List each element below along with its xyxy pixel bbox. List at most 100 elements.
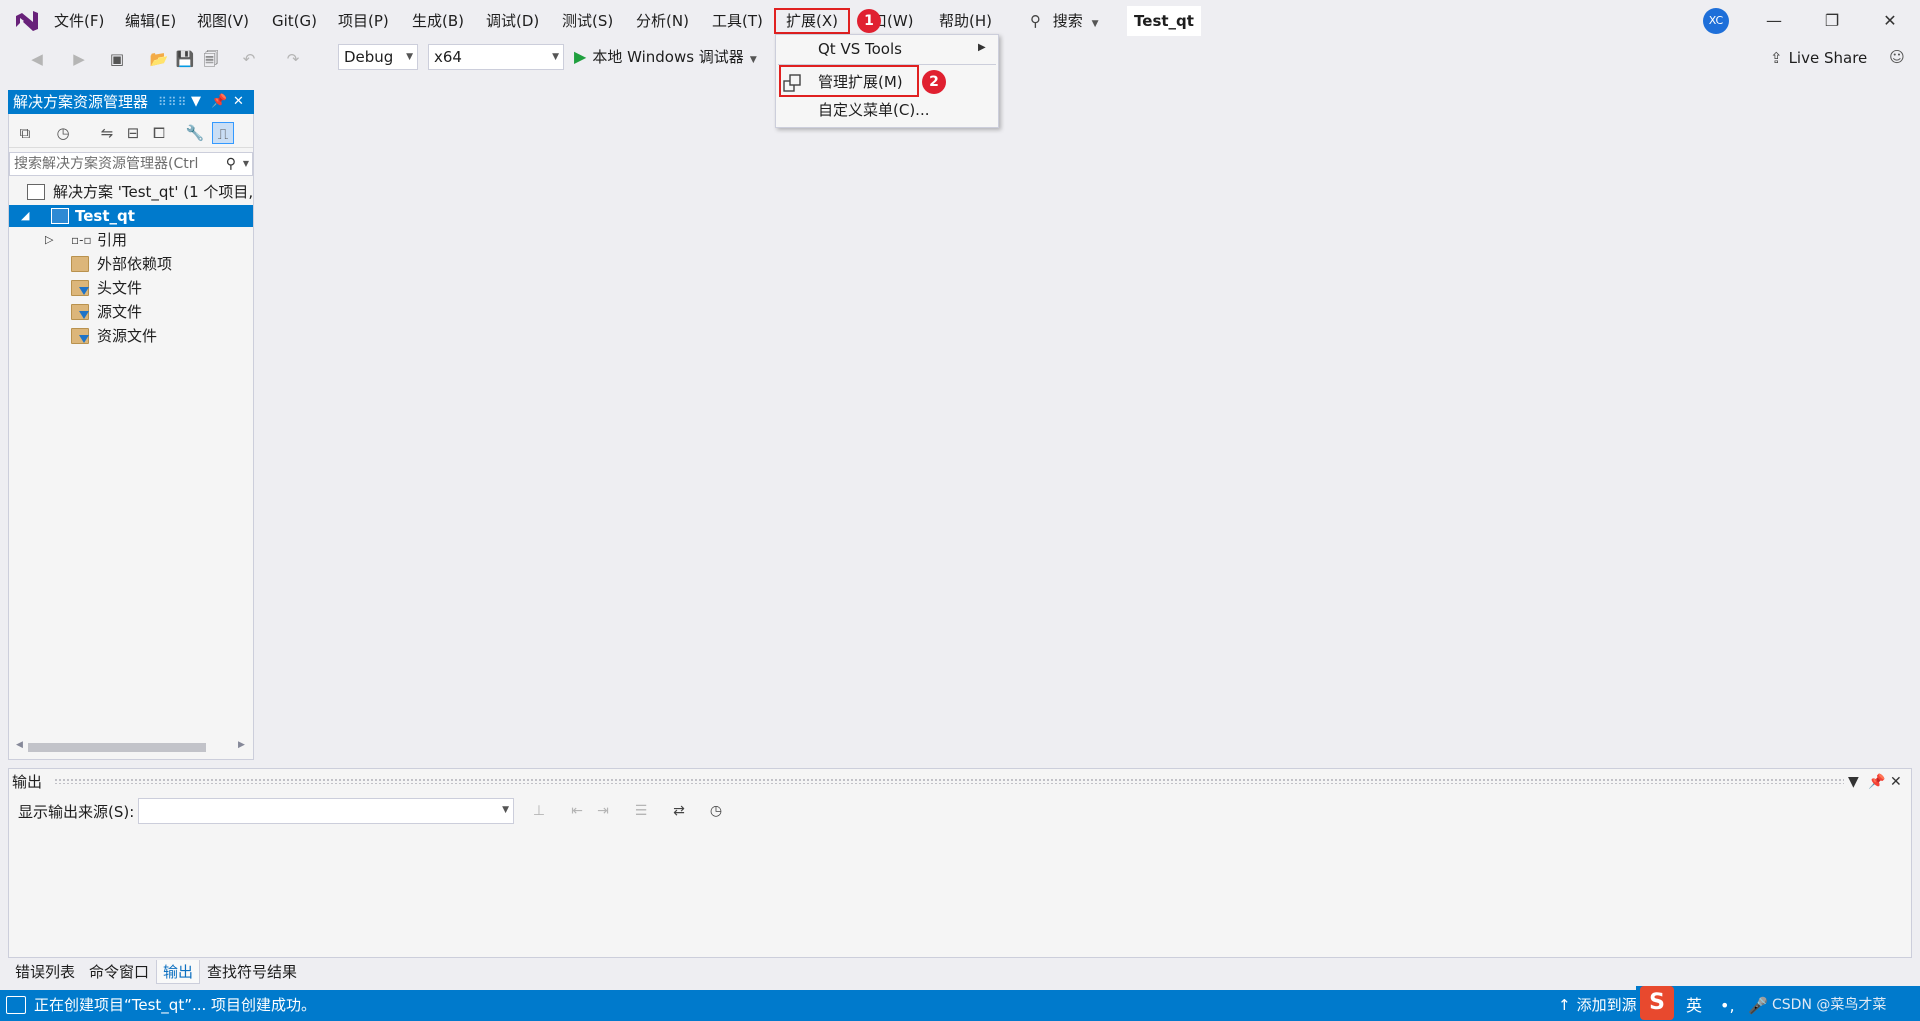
horizontal-scrollbar[interactable]: ◀ ▶	[14, 740, 246, 754]
save-all-icon[interactable]: 🗐	[200, 48, 222, 70]
sync-active-document-icon[interactable]: ⇋	[96, 122, 118, 144]
scroll-right-icon[interactable]: ▶	[238, 740, 245, 750]
menu-file[interactable]: 文件(F)	[54, 10, 104, 32]
menu-edit[interactable]: 编辑(E)	[125, 10, 176, 32]
tab-error-list[interactable]: 错误列表	[15, 960, 75, 984]
live-share-label: Live Share	[1788, 49, 1868, 67]
filter-folder-icon	[71, 328, 89, 344]
ime-language-toggle[interactable]: 英	[1686, 990, 1702, 1021]
menu-item-qt-vs-tools[interactable]: Qt VS Tools	[818, 37, 902, 61]
sogou-ime-icon[interactable]: S	[1640, 986, 1674, 1020]
redo-icon[interactable]: ↷	[282, 48, 304, 70]
step-marker-1: 1	[857, 9, 881, 33]
pin-icon[interactable]: 📌	[1868, 770, 1885, 794]
solution-explorer-title: 解决方案资源管理器	[13, 93, 149, 111]
platform-select[interactable]: x64 ▼	[428, 44, 564, 70]
tree-item-solution[interactable]: 解决方案 'Test_qt' (1 个项目,	[9, 181, 253, 203]
save-icon[interactable]: 💾	[174, 48, 196, 70]
output-source-select[interactable]: ▼	[138, 798, 514, 824]
preview-selected-items-icon[interactable]: ⎍	[212, 122, 234, 144]
restore-button[interactable]: ❐	[1812, 6, 1852, 36]
panel-dropdown-icon[interactable]: ▼	[1848, 770, 1859, 794]
feedback-icon[interactable]: ☺	[1886, 46, 1908, 68]
scrollbar-thumb[interactable]	[28, 743, 206, 752]
chevron-down-icon: ▼	[749, 55, 757, 65]
highlight-box-extensions	[774, 8, 850, 34]
minimize-button[interactable]: —	[1754, 6, 1794, 36]
close-window-button[interactable]: ✕	[1870, 6, 1910, 36]
filter-folder-icon	[71, 280, 89, 296]
start-debugging-button[interactable]: ▶ 本地 Windows 调试器 ▼	[574, 44, 757, 70]
search-button[interactable]: ⚲ 搜索 ▼	[1030, 8, 1099, 34]
step-marker-2: 2	[922, 70, 946, 94]
menu-git[interactable]: Git(G)	[272, 10, 317, 32]
new-project-icon[interactable]: ▣	[106, 48, 128, 70]
live-share-button[interactable]: ⇪ Live Share	[1770, 46, 1867, 70]
pending-changes-filter-icon[interactable]: ◷	[52, 122, 74, 144]
scroll-left-icon[interactable]: ◀	[16, 740, 23, 750]
tree-item-project[interactable]: ◢ Test_qt	[9, 205, 253, 227]
external-dependencies-icon	[71, 256, 89, 272]
search-icon: ⚲	[1030, 12, 1041, 30]
menu-view[interactable]: 视图(V)	[197, 10, 249, 32]
open-file-icon[interactable]: 📂	[148, 48, 170, 70]
tree-item-label: 头文件	[97, 279, 143, 297]
tree-item-label: 解决方案 'Test_qt' (1 个项目,	[53, 183, 254, 201]
tree-item-external-deps[interactable]: 外部依赖项	[9, 253, 253, 275]
run-label: 本地 Windows 调试器	[592, 48, 744, 66]
previous-message-icon[interactable]: ⇤	[566, 800, 588, 822]
tree-item-references[interactable]: ▷ ▫-▫ 引用	[9, 229, 253, 251]
configuration-select[interactable]: Debug ▼	[338, 44, 418, 70]
close-icon[interactable]: ✕	[233, 90, 244, 114]
menu-debug[interactable]: 调试(D)	[486, 10, 539, 32]
collapse-all-icon[interactable]: ⊟	[122, 122, 144, 144]
navigate-back-icon[interactable]: ◀	[26, 48, 48, 70]
navigate-forward-icon[interactable]: ▶	[68, 48, 90, 70]
configuration-value: Debug	[344, 48, 394, 66]
panel-dropdown-icon[interactable]: ▼	[191, 90, 201, 114]
show-all-files-icon[interactable]: ⧠	[148, 122, 170, 144]
visual-studio-logo-icon[interactable]	[14, 8, 40, 34]
menu-tools[interactable]: 工具(T)	[712, 10, 763, 32]
tab-output[interactable]: 输出	[156, 960, 201, 984]
menu-analyze[interactable]: 分析(N)	[636, 10, 689, 32]
tree-item-source-files[interactable]: 源文件	[9, 301, 253, 323]
menu-item-customize-menu[interactable]: 自定义菜单(C)...	[818, 98, 929, 122]
properties-wrench-icon[interactable]: 🔧	[184, 122, 206, 144]
solution-search-placeholder: 搜索解决方案资源管理器(Ctrl	[14, 156, 199, 172]
output-text-area[interactable]	[9, 826, 1911, 957]
chevron-down-icon: ▼	[242, 159, 249, 168]
pin-icon[interactable]: 📌	[211, 90, 227, 114]
clear-all-icon[interactable]: ☰	[630, 800, 652, 822]
menu-test[interactable]: 测试(S)	[562, 10, 613, 32]
toggle-word-wrap-icon[interactable]: ⇄	[668, 800, 690, 822]
tree-item-header-files[interactable]: 头文件	[9, 277, 253, 299]
submenu-arrow-icon: ▶	[978, 42, 986, 53]
tab-command-window[interactable]: 命令窗口	[89, 960, 149, 984]
references-icon: ▫-▫	[71, 233, 92, 247]
find-message-in-code-icon[interactable]: ⊥	[528, 800, 550, 822]
next-message-icon[interactable]: ⇥	[592, 800, 614, 822]
tree-item-resource-files[interactable]: 资源文件	[9, 325, 253, 347]
menu-project[interactable]: 项目(P)	[338, 10, 389, 32]
switch-views-icon[interactable]: ⧉	[14, 122, 36, 144]
menu-help[interactable]: 帮助(H)	[939, 10, 992, 32]
chevron-down-icon: ▼	[552, 52, 559, 62]
menu-build[interactable]: 生成(B)	[412, 10, 464, 32]
platform-value: x64	[434, 48, 462, 66]
ime-punctuation-icon[interactable]: •,	[1720, 990, 1735, 1021]
output-status-icon[interactable]	[6, 996, 26, 1014]
undo-icon[interactable]: ↶	[238, 48, 260, 70]
timestamp-clock-icon[interactable]: ◷	[705, 800, 727, 822]
tab-find-symbol-results[interactable]: 查找符号结果	[207, 960, 297, 984]
expanded-arrow-icon[interactable]: ◢	[21, 205, 29, 227]
tree-item-label: 外部依赖项	[97, 255, 173, 273]
tree-item-label: Test_qt	[75, 207, 135, 225]
microphone-icon[interactable]: 🎤	[1748, 990, 1768, 1021]
solution-search-input[interactable]: 搜索解决方案资源管理器(Ctrl ⚲ ▼	[9, 152, 253, 176]
add-to-source-control-button[interactable]: ↑ 添加到源	[1558, 990, 1637, 1021]
solution-explorer-header: 解决方案资源管理器 ⠿⠿⠿ ▼ 📌 ✕	[8, 90, 254, 114]
close-icon[interactable]: ✕	[1890, 770, 1902, 794]
account-avatar[interactable]: XC	[1703, 8, 1729, 34]
collapsed-arrow-icon[interactable]: ▷	[45, 229, 53, 251]
